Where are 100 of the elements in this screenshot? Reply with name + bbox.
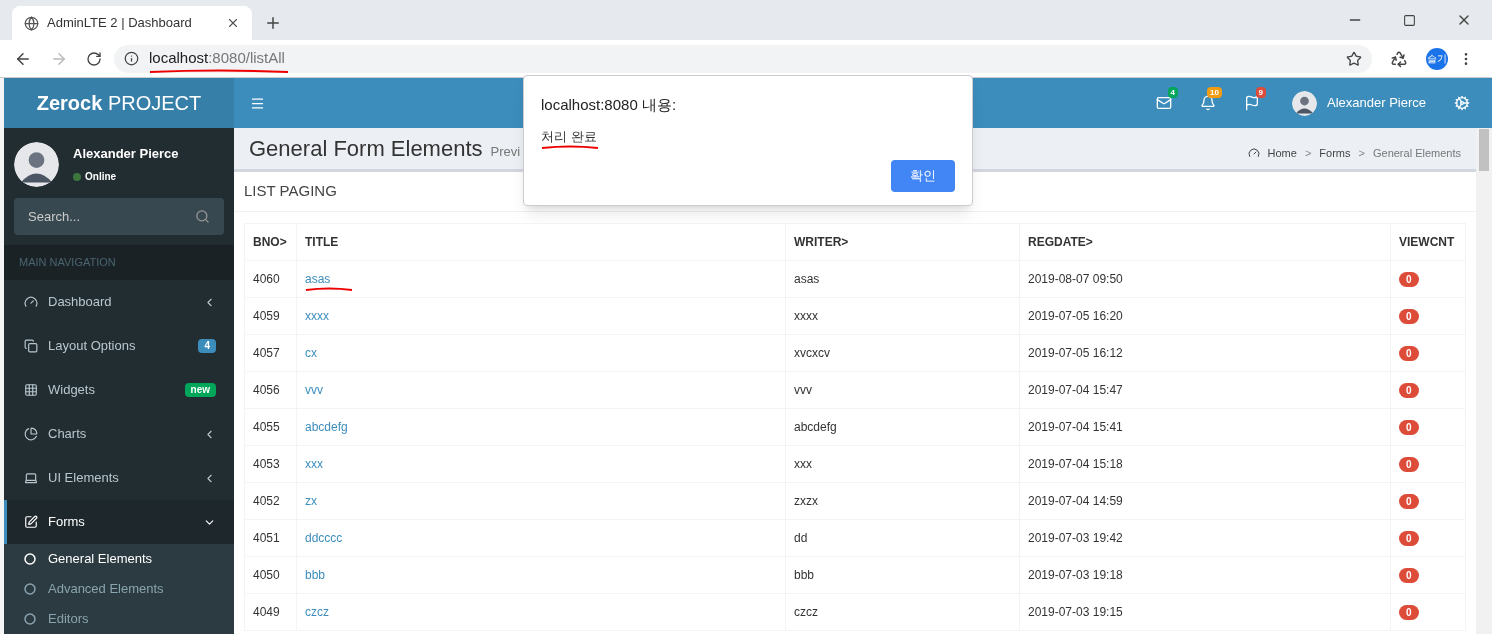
user-avatar (1292, 90, 1317, 116)
nav-label: Layout Options (48, 337, 137, 356)
table-cell: 2019-08-07 09:50 (1019, 260, 1391, 298)
ok-button[interactable]: 확인 (891, 160, 955, 192)
nav-subitem[interactable]: Advanced Elements (4, 574, 234, 604)
column-header: VIEWCNT (1390, 223, 1466, 261)
browser-tab[interactable]: AdminLTE 2 | Dashboard (12, 6, 252, 40)
view-count: 0 (1399, 605, 1419, 620)
settings-icon[interactable] (1454, 95, 1470, 111)
column-header: WRITER> (785, 223, 1020, 261)
search-field[interactable]: Search... (14, 198, 224, 236)
title-link[interactable]: bbb (305, 568, 326, 582)
copy-icon (24, 339, 38, 353)
table-cell: 2019-07-03 19:42 (1019, 519, 1391, 557)
online-status: Online (73, 169, 179, 185)
title-link[interactable]: cx (305, 346, 317, 360)
globe-icon (24, 15, 39, 31)
address-bar[interactable]: localhost:8080/listAll (114, 44, 1372, 73)
nav-item[interactable]: Widgets new (4, 368, 234, 412)
nav-label: Charts (48, 425, 88, 444)
title-link[interactable]: vvv (305, 383, 323, 397)
scrollbar[interactable] (1476, 128, 1492, 634)
table-cell: zxzx (785, 482, 1020, 520)
url-text: localhost:8080/listAll (149, 47, 285, 70)
annotation-line (541, 145, 599, 150)
view-count: 0 (1399, 494, 1419, 509)
title-link[interactable]: xxx (305, 457, 323, 471)
user-menu[interactable]: Alexander Pierce (1292, 90, 1426, 116)
table-cell: bbb (785, 556, 1020, 594)
box-title: LIST PAGING (244, 181, 337, 202)
table-cell: 4057 (244, 334, 297, 372)
table-cell: 2019-07-05 16:20 (1019, 297, 1391, 335)
view-count: 0 (1399, 457, 1419, 472)
title-link[interactable]: abcdefg (305, 420, 348, 434)
tab-title: AdminLTE 2 | Dashboard (47, 14, 193, 33)
table-cell: xxxx (785, 297, 1020, 335)
notification-count: 9 (1255, 87, 1266, 98)
page-subtitle: Previ (490, 143, 521, 161)
nav-item[interactable]: Dashboard (4, 280, 234, 324)
nav-item[interactable]: Forms (4, 500, 234, 544)
table-cell: 4052 (244, 482, 297, 520)
table-cell: xvcxcv (785, 334, 1020, 372)
search-icon[interactable] (195, 209, 210, 225)
table-cell: 4059 (244, 297, 297, 335)
reload-icon[interactable] (86, 50, 102, 67)
table-cell: 2019-07-03 19:18 (1019, 556, 1391, 594)
table-cell: 4053 (244, 445, 297, 483)
profile-avatar[interactable]: 슬기 (1426, 47, 1448, 70)
alert-message: 처리 완료 (541, 126, 597, 146)
gauge-icon (24, 295, 38, 309)
user-name: Alexander Pierce (73, 144, 179, 163)
nav-label: Forms (48, 513, 86, 532)
column-header: TITLE (296, 223, 786, 261)
view-count: 0 (1399, 531, 1419, 546)
edit-icon (24, 515, 38, 529)
table-cell: 4060 (244, 260, 297, 298)
breadcrumb-separator: > (1358, 145, 1365, 161)
title-link[interactable]: czcz (305, 605, 329, 619)
page-title: General Form Elements (249, 135, 483, 163)
nav-subitem[interactable]: General Elements (4, 544, 234, 574)
subitem-label: General Elements (48, 550, 153, 569)
notification-count: 10 (1207, 87, 1222, 98)
table-cell: xxx (785, 445, 1020, 483)
view-count: 0 (1399, 568, 1419, 583)
table-cell: 2019-07-03 19:15 (1019, 593, 1391, 631)
view-count: 0 (1399, 346, 1419, 361)
mail-icon (1156, 95, 1172, 111)
title-link[interactable]: zx (305, 494, 317, 508)
notification-button[interactable]: 9 (1230, 78, 1274, 128)
nav-item[interactable]: UI Elements (4, 456, 234, 500)
notification-button[interactable]: 4 (1142, 78, 1186, 128)
column-header: REGDATE> (1019, 223, 1391, 261)
title-link[interactable]: asas (305, 272, 331, 286)
breadcrumb[interactable]: Forms (1319, 144, 1351, 161)
nav-label: Widgets (48, 381, 96, 400)
table-cell: 2019-07-05 16:12 (1019, 334, 1391, 372)
bookmark-star-icon[interactable] (1346, 50, 1362, 67)
view-count: 0 (1399, 383, 1419, 398)
new-tab-icon[interactable] (264, 14, 282, 32)
nav-item[interactable]: Charts (4, 412, 234, 456)
recycle-icon[interactable] (1390, 49, 1408, 68)
maximize-icon[interactable] (1403, 13, 1416, 27)
title-link[interactable]: xxxx (305, 309, 329, 323)
info-icon (124, 51, 139, 66)
user-avatar (14, 141, 59, 187)
table-cell: 4049 (244, 593, 297, 631)
table-cell: 2019-07-04 15:18 (1019, 445, 1391, 483)
subitem-label: Editors (48, 610, 89, 629)
table-cell: asas (785, 260, 1020, 298)
title-link[interactable]: ddcccc (305, 531, 343, 545)
gauge-icon (1247, 146, 1260, 159)
grid-icon (24, 383, 38, 397)
nav-item[interactable]: Layout Options 4 (4, 324, 234, 368)
close-icon[interactable] (226, 16, 240, 30)
subitem-label: Advanced Elements (48, 580, 164, 599)
nav-subitem[interactable]: Editors (4, 604, 234, 634)
table-cell: 4055 (244, 408, 297, 446)
nav-label: Dashboard (48, 293, 113, 312)
breadcrumb[interactable]: Home (1267, 144, 1297, 161)
table-cell: dd (785, 519, 1020, 557)
